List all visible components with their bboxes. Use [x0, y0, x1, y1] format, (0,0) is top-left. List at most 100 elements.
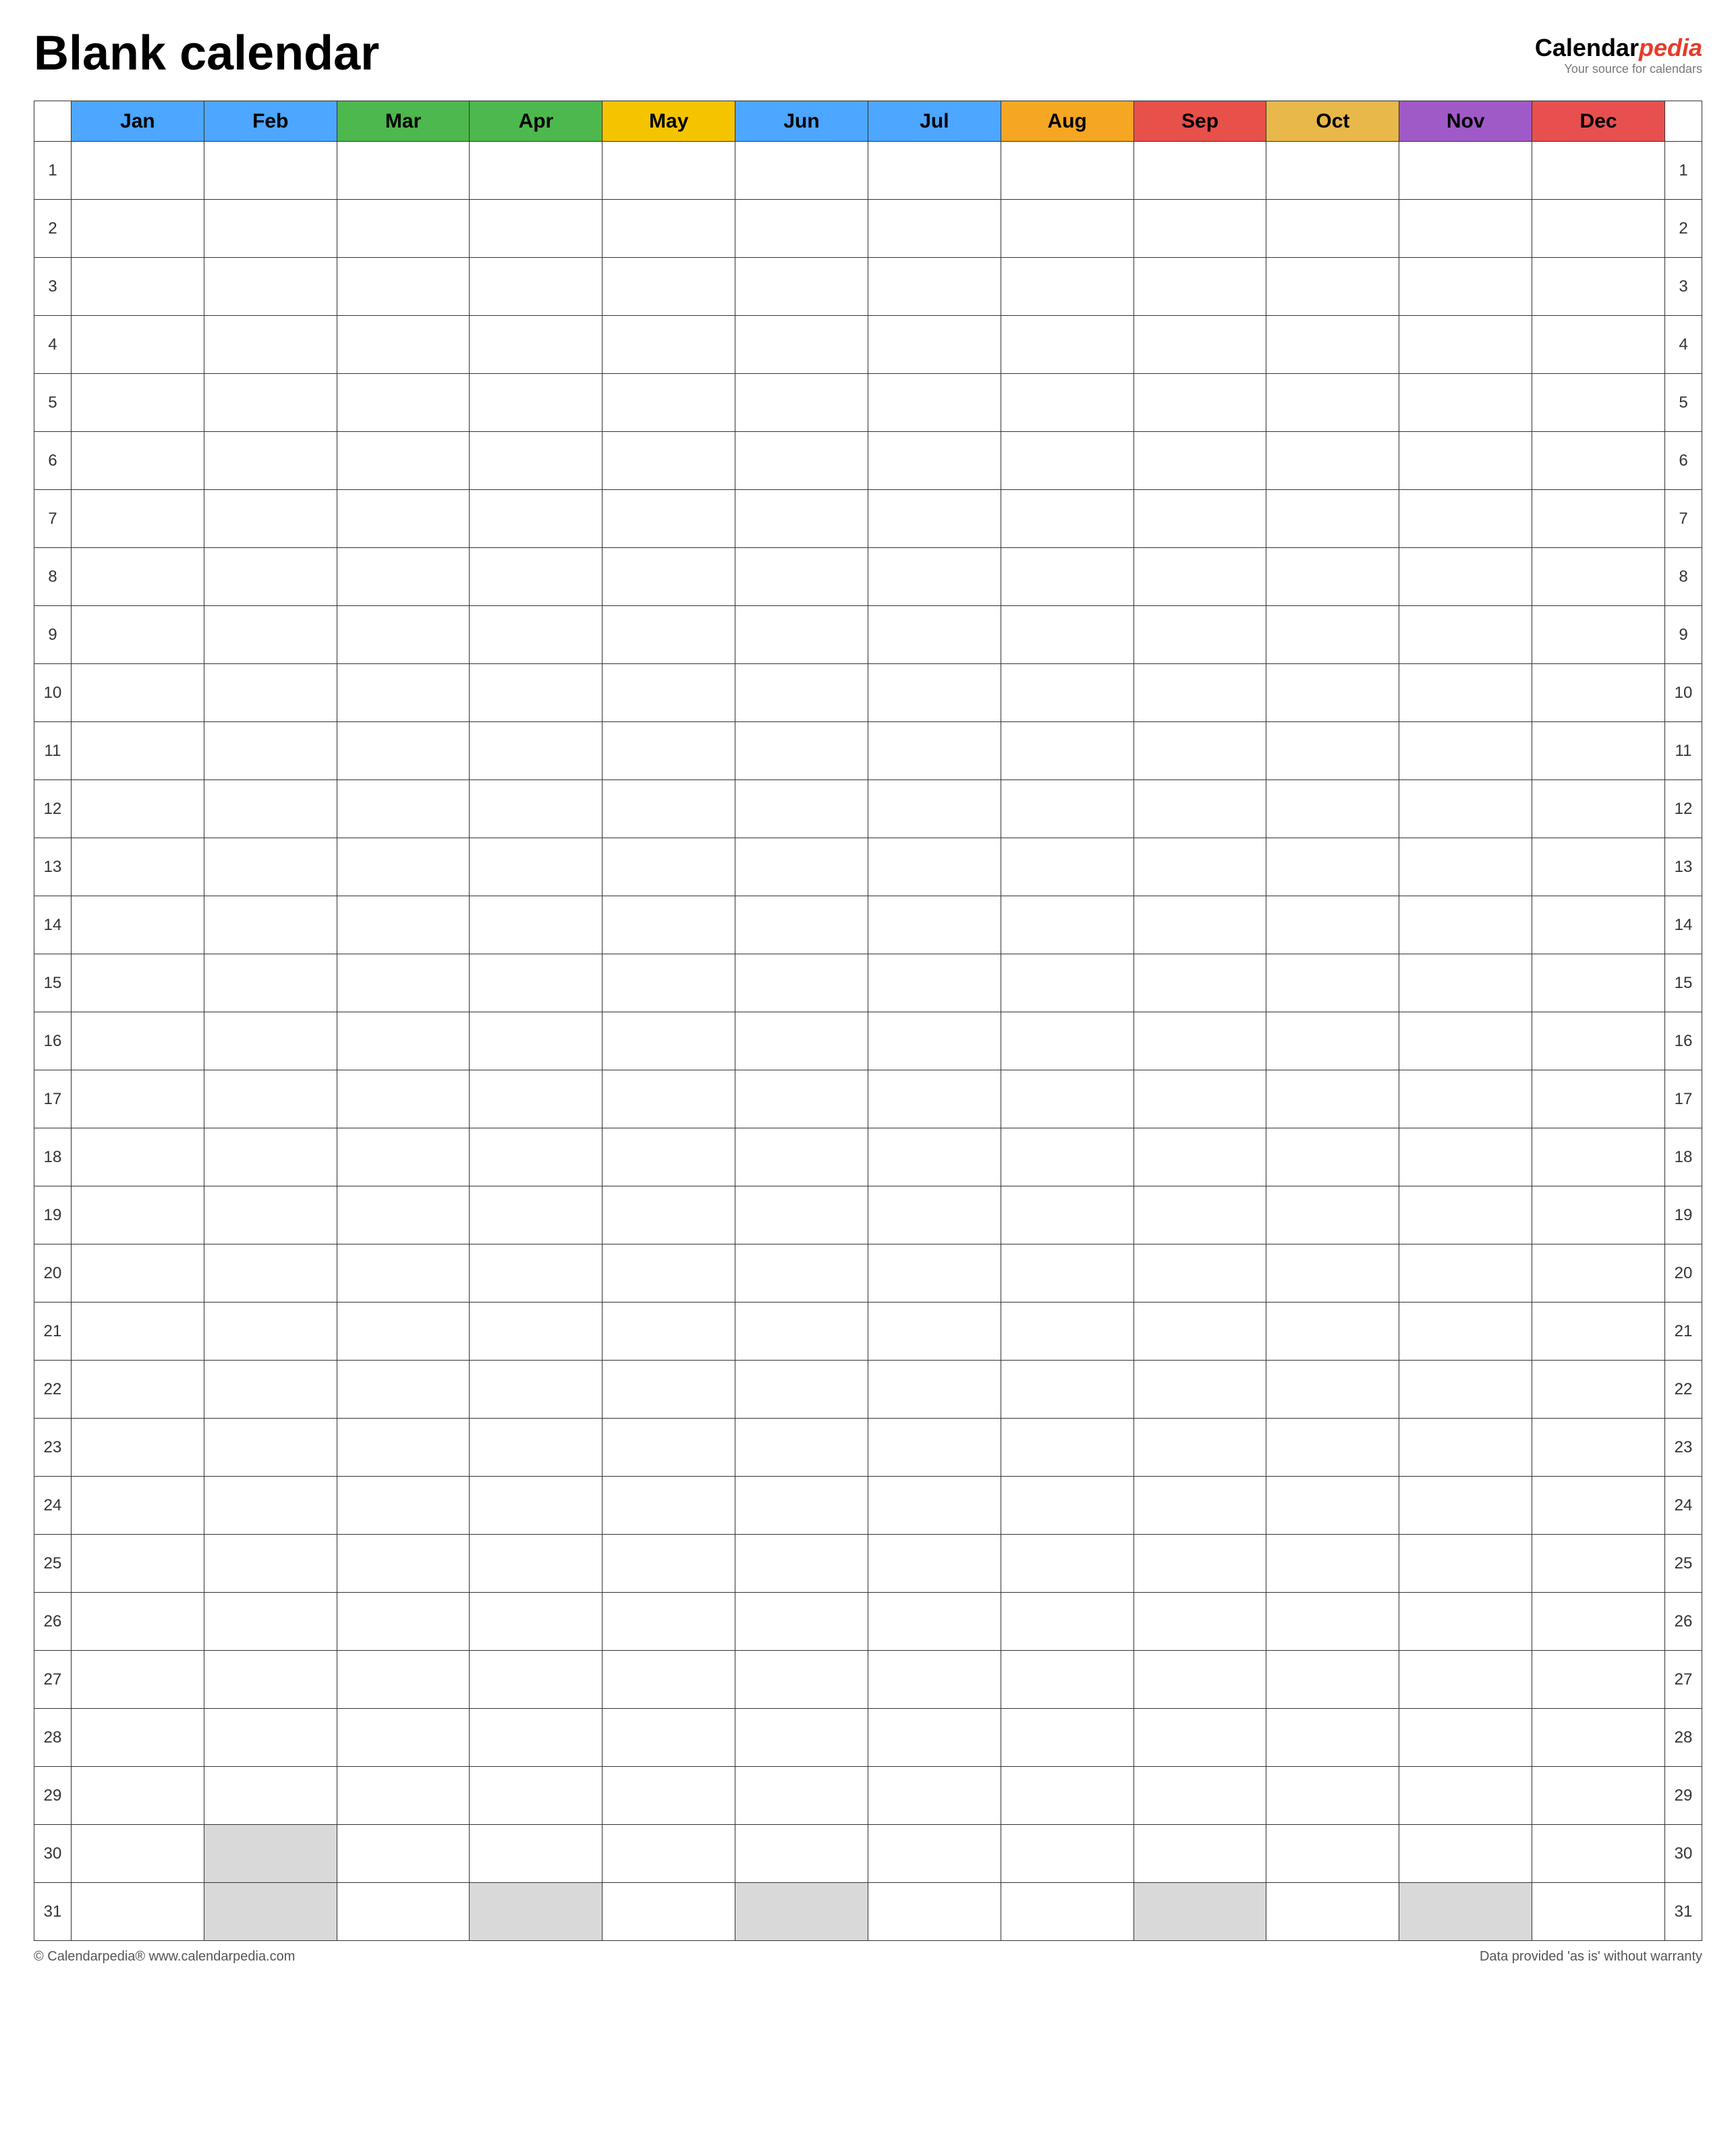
day-cell-9-jan[interactable]	[72, 606, 204, 664]
day-cell-30-jun[interactable]	[735, 1825, 868, 1883]
day-cell-16-dec[interactable]	[1532, 1012, 1665, 1070]
day-cell-9-jul[interactable]	[868, 606, 1001, 664]
day-cell-11-feb[interactable]	[204, 722, 337, 780]
day-cell-17-sep[interactable]	[1133, 1070, 1266, 1128]
day-cell-19-jan[interactable]	[72, 1186, 204, 1244]
day-cell-11-jun[interactable]	[735, 722, 868, 780]
day-cell-13-jan[interactable]	[72, 838, 204, 896]
day-cell-4-jul[interactable]	[868, 316, 1001, 374]
day-cell-11-dec[interactable]	[1532, 722, 1665, 780]
day-cell-15-apr[interactable]	[470, 954, 603, 1012]
day-cell-18-feb[interactable]	[204, 1128, 337, 1186]
day-cell-6-feb[interactable]	[204, 432, 337, 490]
day-cell-27-jul[interactable]	[868, 1651, 1001, 1709]
day-cell-30-sep[interactable]	[1133, 1825, 1266, 1883]
day-cell-12-jan[interactable]	[72, 780, 204, 838]
day-cell-5-jul[interactable]	[868, 374, 1001, 432]
day-cell-10-sep[interactable]	[1133, 664, 1266, 722]
day-cell-8-feb[interactable]	[204, 548, 337, 606]
day-cell-4-feb[interactable]	[204, 316, 337, 374]
day-cell-21-feb[interactable]	[204, 1303, 337, 1361]
day-cell-14-may[interactable]	[603, 896, 735, 954]
day-cell-27-jan[interactable]	[72, 1651, 204, 1709]
day-cell-22-dec[interactable]	[1532, 1361, 1665, 1419]
day-cell-29-jun[interactable]	[735, 1767, 868, 1825]
day-cell-18-aug[interactable]	[1001, 1128, 1133, 1186]
day-cell-21-aug[interactable]	[1001, 1303, 1133, 1361]
day-cell-29-apr[interactable]	[470, 1767, 603, 1825]
day-cell-5-jun[interactable]	[735, 374, 868, 432]
day-cell-28-oct[interactable]	[1266, 1709, 1399, 1767]
day-cell-23-sep[interactable]	[1133, 1419, 1266, 1477]
day-cell-13-jul[interactable]	[868, 838, 1001, 896]
day-cell-9-oct[interactable]	[1266, 606, 1399, 664]
day-cell-3-oct[interactable]	[1266, 258, 1399, 316]
day-cell-25-may[interactable]	[603, 1535, 735, 1593]
day-cell-4-nov[interactable]	[1399, 316, 1532, 374]
day-cell-8-apr[interactable]	[470, 548, 603, 606]
day-cell-9-mar[interactable]	[337, 606, 470, 664]
day-cell-11-sep[interactable]	[1133, 722, 1266, 780]
day-cell-3-jul[interactable]	[868, 258, 1001, 316]
day-cell-18-jun[interactable]	[735, 1128, 868, 1186]
day-cell-21-dec[interactable]	[1532, 1303, 1665, 1361]
day-cell-11-may[interactable]	[603, 722, 735, 780]
day-cell-2-mar[interactable]	[337, 200, 470, 258]
day-cell-14-oct[interactable]	[1266, 896, 1399, 954]
day-cell-19-aug[interactable]	[1001, 1186, 1133, 1244]
day-cell-20-oct[interactable]	[1266, 1244, 1399, 1303]
day-cell-17-dec[interactable]	[1532, 1070, 1665, 1128]
day-cell-27-may[interactable]	[603, 1651, 735, 1709]
day-cell-25-apr[interactable]	[470, 1535, 603, 1593]
day-cell-15-jan[interactable]	[72, 954, 204, 1012]
day-cell-11-apr[interactable]	[470, 722, 603, 780]
day-cell-27-apr[interactable]	[470, 1651, 603, 1709]
day-cell-9-feb[interactable]	[204, 606, 337, 664]
day-cell-17-jun[interactable]	[735, 1070, 868, 1128]
day-cell-9-nov[interactable]	[1399, 606, 1532, 664]
day-cell-10-dec[interactable]	[1532, 664, 1665, 722]
day-cell-14-sep[interactable]	[1133, 896, 1266, 954]
day-cell-9-dec[interactable]	[1532, 606, 1665, 664]
day-cell-24-may[interactable]	[603, 1477, 735, 1535]
day-cell-2-feb[interactable]	[204, 200, 337, 258]
day-cell-31-oct[interactable]	[1266, 1883, 1399, 1941]
day-cell-14-aug[interactable]	[1001, 896, 1133, 954]
day-cell-26-may[interactable]	[603, 1593, 735, 1651]
day-cell-9-sep[interactable]	[1133, 606, 1266, 664]
day-cell-30-nov[interactable]	[1399, 1825, 1532, 1883]
day-cell-24-sep[interactable]	[1133, 1477, 1266, 1535]
day-cell-21-sep[interactable]	[1133, 1303, 1266, 1361]
day-cell-26-sep[interactable]	[1133, 1593, 1266, 1651]
day-cell-21-jul[interactable]	[868, 1303, 1001, 1361]
day-cell-1-feb[interactable]	[204, 142, 337, 200]
day-cell-14-mar[interactable]	[337, 896, 470, 954]
day-cell-11-nov[interactable]	[1399, 722, 1532, 780]
day-cell-20-dec[interactable]	[1532, 1244, 1665, 1303]
day-cell-2-apr[interactable]	[470, 200, 603, 258]
day-cell-16-jan[interactable]	[72, 1012, 204, 1070]
day-cell-10-feb[interactable]	[204, 664, 337, 722]
day-cell-8-aug[interactable]	[1001, 548, 1133, 606]
day-cell-3-apr[interactable]	[470, 258, 603, 316]
day-cell-14-jan[interactable]	[72, 896, 204, 954]
day-cell-26-aug[interactable]	[1001, 1593, 1133, 1651]
day-cell-8-jun[interactable]	[735, 548, 868, 606]
day-cell-6-aug[interactable]	[1001, 432, 1133, 490]
day-cell-4-mar[interactable]	[337, 316, 470, 374]
day-cell-2-jul[interactable]	[868, 200, 1001, 258]
day-cell-27-oct[interactable]	[1266, 1651, 1399, 1709]
day-cell-21-nov[interactable]	[1399, 1303, 1532, 1361]
day-cell-7-jun[interactable]	[735, 490, 868, 548]
day-cell-25-jul[interactable]	[868, 1535, 1001, 1593]
day-cell-10-apr[interactable]	[470, 664, 603, 722]
day-cell-25-feb[interactable]	[204, 1535, 337, 1593]
day-cell-21-apr[interactable]	[470, 1303, 603, 1361]
day-cell-4-jun[interactable]	[735, 316, 868, 374]
day-cell-19-dec[interactable]	[1532, 1186, 1665, 1244]
day-cell-7-sep[interactable]	[1133, 490, 1266, 548]
day-cell-22-jul[interactable]	[868, 1361, 1001, 1419]
day-cell-grey-31-jun[interactable]	[735, 1883, 868, 1941]
day-cell-19-jul[interactable]	[868, 1186, 1001, 1244]
day-cell-9-apr[interactable]	[470, 606, 603, 664]
